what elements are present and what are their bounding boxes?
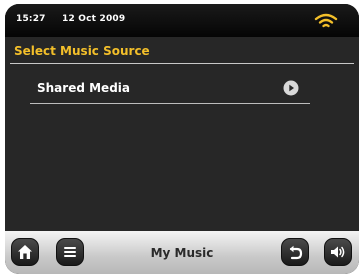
home-button[interactable] [11, 238, 39, 266]
status-time: 15:27 [16, 14, 46, 24]
list-item-label: Shared Media [37, 81, 130, 95]
volume-button[interactable] [324, 238, 352, 266]
play-icon[interactable] [283, 80, 299, 96]
back-icon [289, 245, 303, 260]
volume-icon [331, 246, 345, 258]
toolbar-title: My Music [150, 246, 214, 260]
list-item-shared-media[interactable]: Shared Media [30, 72, 310, 104]
list-item-divider [30, 103, 310, 104]
home-icon [18, 245, 32, 259]
status-date: 12 Oct 2009 [62, 14, 126, 24]
title-divider [10, 63, 354, 64]
menu-button[interactable] [56, 238, 84, 266]
wifi-icon [314, 13, 338, 28]
bottom-toolbar: My Music [5, 231, 359, 274]
main-panel: Select Music Source Shared Media [5, 37, 359, 231]
device-screen: 15:27 12 Oct 2009 Select Music Source Sh… [5, 4, 359, 274]
menu-icon [64, 247, 76, 257]
status-bar: 15:27 12 Oct 2009 [5, 4, 359, 37]
page-title: Select Music Source [14, 44, 150, 58]
back-button[interactable] [281, 238, 309, 266]
